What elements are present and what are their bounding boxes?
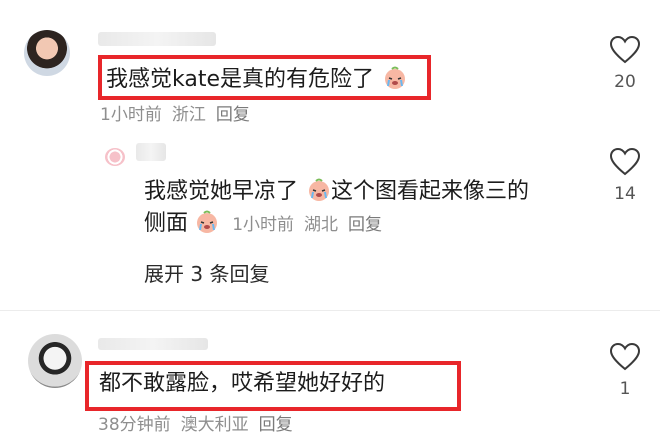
like-button[interactable]: 1 xyxy=(605,342,645,399)
location: 澳大利亚 xyxy=(180,415,249,435)
reply-button[interactable]: 回复 xyxy=(348,215,382,235)
crying-face-icon xyxy=(385,66,405,89)
username[interactable] xyxy=(98,32,216,46)
reply-button[interactable]: 回复 xyxy=(259,415,293,435)
reply-username[interactable] xyxy=(136,143,166,161)
comment-text: 都不敢露脸，哎希望她好好的 xyxy=(99,371,386,396)
location: 湖北 xyxy=(304,215,339,235)
divider xyxy=(0,310,660,311)
like-button[interactable]: 20 xyxy=(605,35,645,92)
avatar[interactable] xyxy=(28,334,82,388)
like-button[interactable]: 14 xyxy=(605,147,645,204)
like-count: 1 xyxy=(619,379,631,399)
like-count: 14 xyxy=(614,184,636,204)
crying-face-icon xyxy=(309,178,330,201)
avatar[interactable] xyxy=(24,30,70,76)
crying-face-icon xyxy=(197,210,218,233)
heart-icon xyxy=(609,147,641,176)
expand-replies-button[interactable]: 展开 3 条回复 xyxy=(144,258,269,287)
heart-icon xyxy=(609,35,641,64)
comment-meta: 38分钟前 澳大利亚 回复 xyxy=(98,410,303,435)
heart-icon xyxy=(609,342,641,371)
comment-text: 我感觉kate是真的有危险了 xyxy=(106,66,407,91)
comment-meta: 1小时前 浙江 回复 xyxy=(100,100,260,125)
location: 浙江 xyxy=(171,105,206,125)
username[interactable] xyxy=(98,338,208,350)
reply-button[interactable]: 回复 xyxy=(216,105,250,125)
reply-text-line1: 我感觉她早凉了 这个图看起来像三的 xyxy=(144,178,530,204)
timestamp: 1小时前 xyxy=(100,105,162,125)
like-count: 20 xyxy=(614,72,636,92)
reply-text-line2: 侧面 1小时前 湖北 回复 xyxy=(144,210,383,236)
reply-avatar[interactable] xyxy=(105,148,125,166)
timestamp: 38分钟前 xyxy=(98,415,171,435)
timestamp: 1小时前 xyxy=(232,215,295,235)
